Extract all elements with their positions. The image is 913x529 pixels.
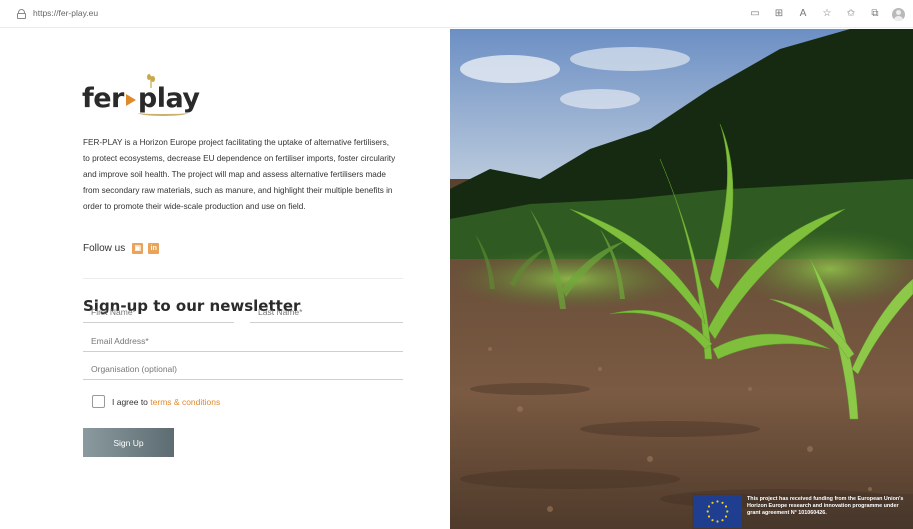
divider: [83, 278, 403, 279]
fer-play-logo[interactable]: fer play: [82, 74, 200, 116]
sign-up-button[interactable]: Sign Up: [83, 428, 174, 457]
agree-prefix: I agree to: [112, 396, 148, 407]
browser-toolbar-icons: ▭ ⊞ A ☆ ✩ ⧉: [748, 7, 905, 21]
collections-icon[interactable]: ⧉: [868, 7, 882, 21]
hero-image-corn-seedlings: [450, 29, 913, 529]
profile-icon[interactable]: [892, 7, 905, 21]
read-aloud-icon[interactable]: A: [796, 7, 810, 21]
logo-text-left: fer: [82, 83, 124, 114]
agree-label: I agree to terms & conditions: [112, 397, 220, 407]
address-bar[interactable]: https://fer-play.eu: [33, 8, 98, 18]
logo-arrow-icon: [125, 94, 136, 106]
twitter-icon[interactable]: ▣: [132, 243, 144, 254]
reader-view-icon[interactable]: ▭: [748, 7, 762, 21]
project-description: FER-PLAY is a Horizon Europe project fac…: [83, 138, 396, 211]
terms-link[interactable]: terms & conditions: [150, 397, 220, 407]
follow-label: Follow us: [83, 243, 126, 254]
first-name-input[interactable]: [83, 301, 234, 322]
organisation-input[interactable]: [83, 358, 403, 379]
last-name-field: [250, 301, 403, 323]
lock-icon: [17, 9, 26, 19]
linkedin-icon[interactable]: in: [148, 243, 160, 254]
left-panel: fer play FER-PLAY is a Horizon Europe pr…: [0, 29, 450, 529]
follow-us: Follow us ▣ in: [83, 243, 160, 254]
email-input[interactable]: [83, 330, 403, 351]
funding-statement: This project has received funding from t…: [747, 496, 904, 516]
grid-icon[interactable]: ⊞: [772, 7, 786, 21]
eu-flag-icon: [693, 495, 742, 528]
last-name-input[interactable]: [250, 301, 403, 322]
wheat-icon: [147, 74, 155, 88]
organisation-field: [83, 358, 403, 380]
favorites-icon[interactable]: ✩: [844, 7, 858, 21]
terms-checkbox[interactable]: [92, 395, 105, 408]
terms-agreement: I agree to terms & conditions: [92, 395, 220, 408]
email-field: [83, 330, 403, 352]
favorite-add-icon[interactable]: ☆: [820, 7, 834, 21]
hero-illustration: [450, 29, 913, 529]
logo-swoosh: [138, 110, 188, 116]
first-name-field: [83, 301, 234, 323]
browser-toolbar: https://fer-play.eu ▭ ⊞ A ☆ ✩ ⧉: [0, 0, 913, 28]
